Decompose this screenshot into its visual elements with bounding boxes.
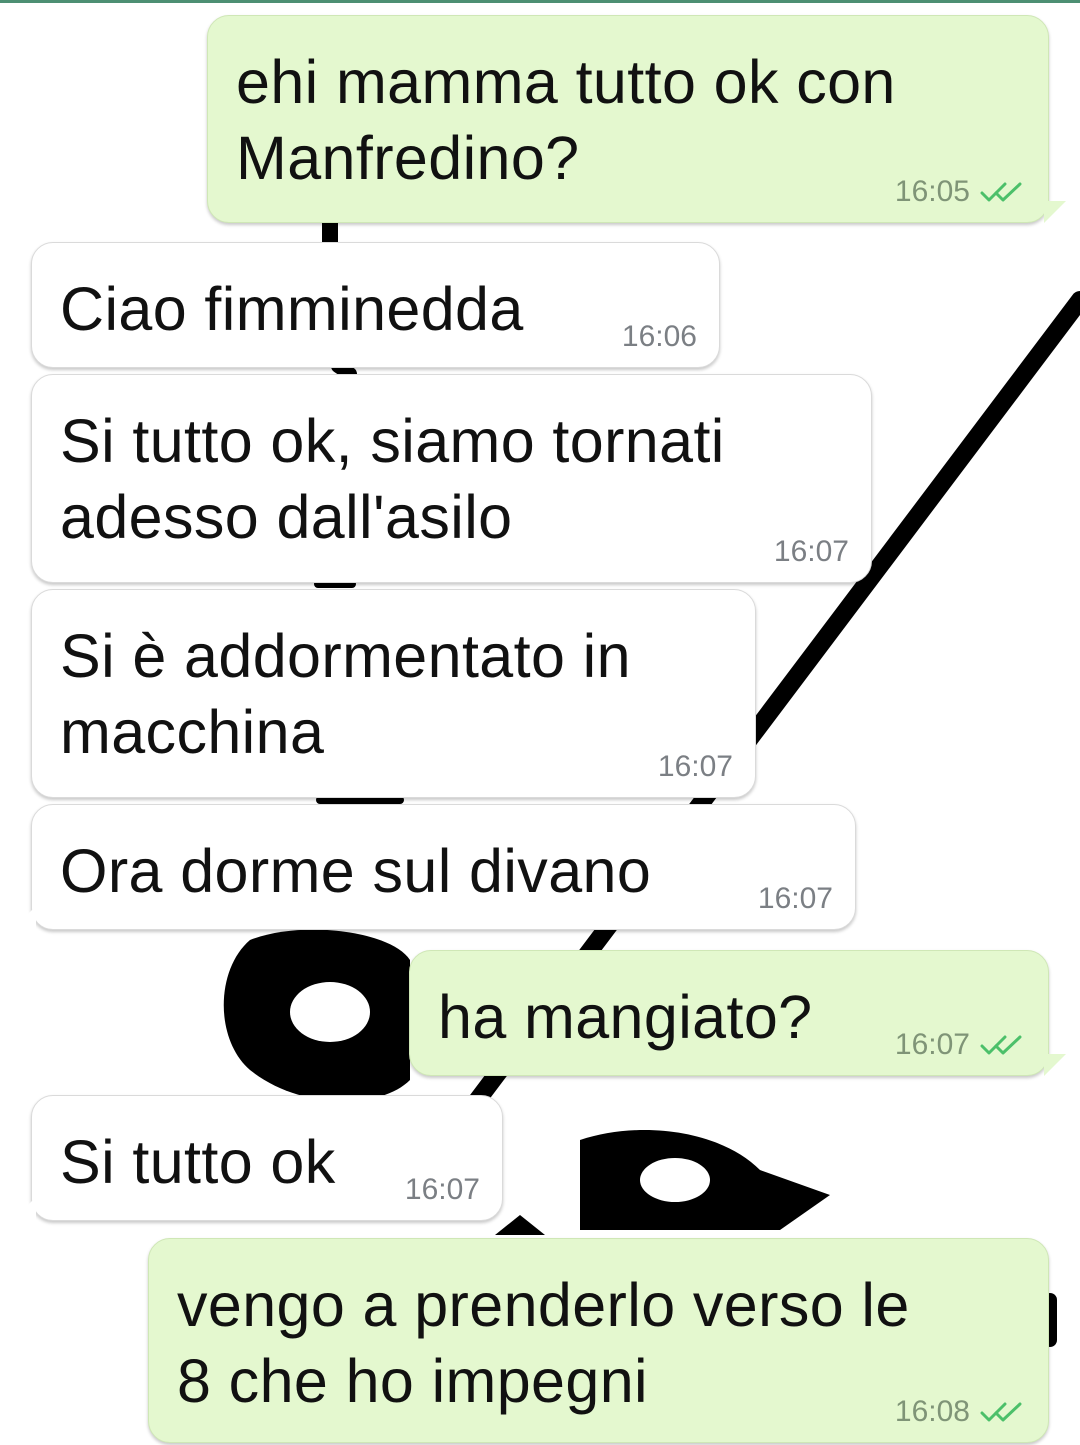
wallpaper-hole bbox=[640, 1158, 710, 1202]
message-bubble-outgoing[interactable]: ehi mamma tutto ok con Manfredino? 16:05 bbox=[207, 15, 1049, 223]
message-bubble-incoming[interactable]: Ciao fimminedda 16:06 bbox=[31, 242, 720, 368]
message-time: 16:07 bbox=[757, 882, 833, 915]
message-meta: 16:07 bbox=[774, 536, 849, 568]
header-divider bbox=[0, 0, 1080, 3]
message-text: Si è addormentato in macchina bbox=[60, 622, 631, 766]
message-text: vengo a prenderlo verso le 8 che ho impe… bbox=[177, 1271, 910, 1415]
message-meta: 16:07 bbox=[895, 1029, 1026, 1061]
message-bubble-incoming[interactable]: Si tutto ok, siamo tornati adesso dall'a… bbox=[31, 374, 872, 583]
message-meta: 16:05 bbox=[895, 176, 1026, 208]
message-text: Ora dorme sul divano bbox=[60, 837, 652, 905]
message-bubble-incoming[interactable]: Ora dorme sul divano 16:07 bbox=[31, 804, 856, 930]
double-check-icon bbox=[980, 1035, 1022, 1055]
message-text: ha mangiato? bbox=[438, 983, 813, 1051]
bubble-tail bbox=[14, 1197, 36, 1219]
message-bubble-outgoing[interactable]: vengo a prenderlo verso le 8 che ho impe… bbox=[148, 1238, 1049, 1443]
chat-view: ehi mamma tutto ok con Manfredino? 16:05… bbox=[0, 0, 1080, 1445]
message-time: 16:07 bbox=[404, 1173, 480, 1206]
message-bubble-outgoing[interactable]: ha mangiato? 16:07 bbox=[409, 950, 1049, 1076]
message-time: 16:07 bbox=[894, 1028, 970, 1061]
double-check-icon bbox=[980, 182, 1022, 202]
message-meta: 16:07 bbox=[405, 1174, 480, 1206]
bubble-tail bbox=[1044, 1054, 1066, 1076]
message-time: 16:07 bbox=[657, 750, 733, 783]
message-text: Si tutto ok, siamo tornati adesso dall'a… bbox=[60, 407, 725, 551]
message-time: 16:07 bbox=[773, 535, 849, 568]
message-bubble-incoming[interactable]: Si tutto ok 16:07 bbox=[31, 1095, 503, 1221]
message-meta: 16:06 bbox=[622, 321, 697, 353]
message-time: 16:06 bbox=[621, 320, 697, 353]
bubble-tail bbox=[14, 906, 36, 928]
message-bubble-incoming[interactable]: Si è addormentato in macchina 16:07 bbox=[31, 589, 756, 798]
message-text: Si tutto ok bbox=[60, 1128, 336, 1196]
message-time: 16:08 bbox=[894, 1395, 970, 1428]
wallpaper-shape bbox=[495, 1215, 545, 1235]
message-text: Ciao fimminedda bbox=[60, 275, 524, 343]
message-text: ehi mamma tutto ok con Manfredino? bbox=[236, 48, 896, 192]
message-meta: 16:07 bbox=[658, 751, 733, 783]
message-meta: 16:07 bbox=[758, 883, 833, 915]
message-meta: 16:08 bbox=[895, 1396, 1026, 1428]
bubble-tail bbox=[1044, 201, 1066, 223]
double-check-icon bbox=[980, 1402, 1022, 1422]
wallpaper-hole bbox=[290, 982, 370, 1042]
message-time: 16:05 bbox=[894, 175, 970, 208]
